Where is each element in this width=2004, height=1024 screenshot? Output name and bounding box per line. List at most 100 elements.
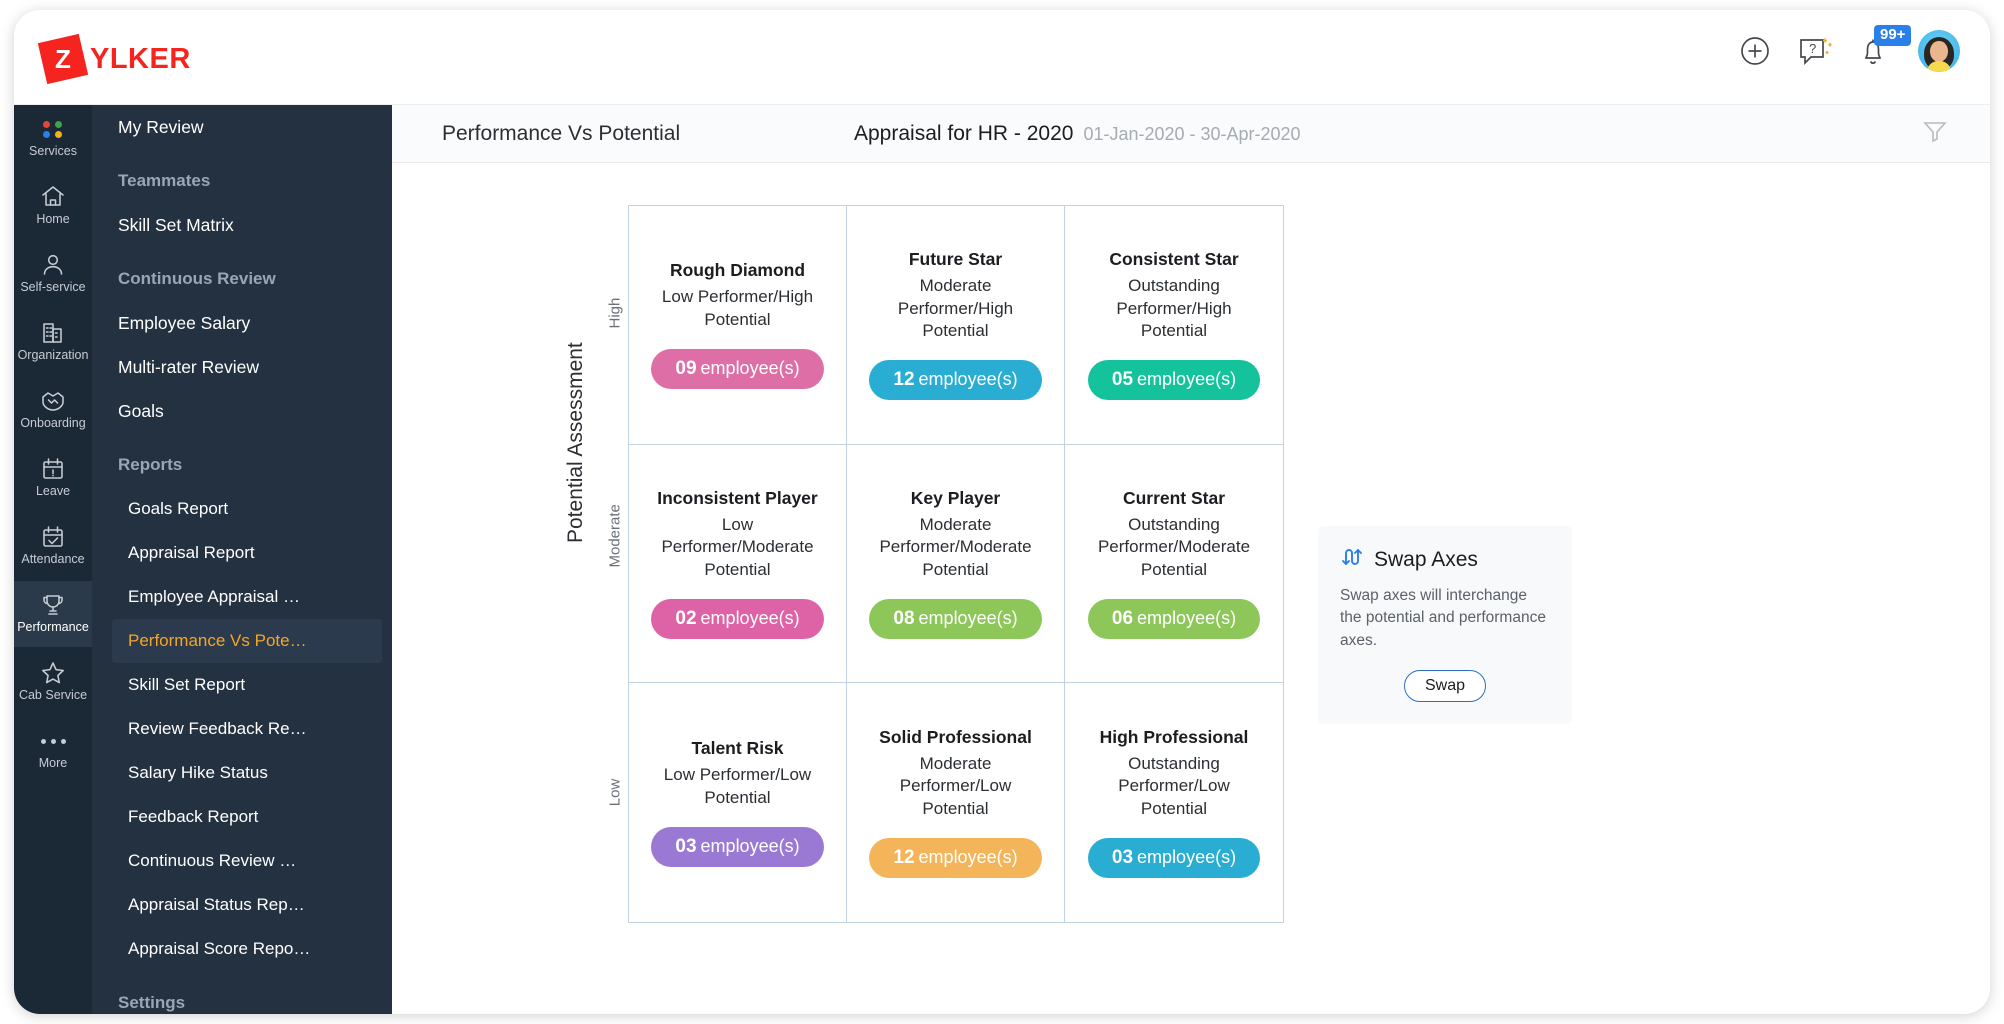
app-rail: Services Home Self-service Organization Onbo… [14, 105, 92, 1014]
rail-item-leave[interactable]: Leave [14, 445, 92, 511]
sidebar-item-multi-rater-review[interactable]: Multi-rater Review [92, 345, 392, 389]
rail-item-services[interactable]: Services [14, 105, 92, 171]
matrix-cell: Future Star Moderate Performer/High Poten… [847, 206, 1065, 445]
rail-item-more[interactable]: More [14, 717, 92, 783]
rail-item-self-service[interactable]: Self-service [14, 241, 92, 307]
rail-item-label: Cab Service [18, 688, 88, 703]
matrix-cell-description: Outstanding Performer/Moderate Potential [1097, 514, 1251, 579]
employee-count-badge[interactable]: 05 employee(s) [1087, 360, 1261, 401]
sidebar-item-appraisal-report[interactable]: Appraisal Report [92, 531, 392, 575]
employee-count-badge[interactable]: 12 employee(s) [869, 360, 1042, 401]
sidebar-item-appraisal-status-rep[interactable]: Appraisal Status Rep… [92, 883, 392, 927]
user-icon [40, 253, 66, 277]
employee-count-value: 08 [893, 608, 915, 630]
rail-item-performance[interactable]: Performance [14, 581, 92, 647]
matrix-cell-title: Key Player [910, 487, 1001, 508]
employee-count-badge[interactable]: 02 employee(s) [651, 599, 824, 640]
rail-item-label: Services [29, 144, 77, 159]
avatar[interactable] [1918, 30, 1960, 72]
employee-count-unit: employee(s) [918, 369, 1018, 390]
top-bar: Z YLKER ? 99+ [14, 10, 1990, 105]
app-window: Z YLKER ? 99+ Services Home Self-service… [14, 10, 1990, 1014]
sidebar-item-goals[interactable]: Goals [92, 389, 392, 433]
sidebar-item-salary-hike-status[interactable]: Salary Hike Status [92, 751, 392, 795]
rail-item-label: More [38, 756, 68, 771]
notification-count-badge: 99+ [1874, 25, 1912, 46]
swap-button[interactable]: Swap [1403, 670, 1487, 703]
swap-axes-card: Swap Axes Swap axes will interchange the… [1318, 526, 1572, 725]
sidebar-item-skill-set-matrix[interactable]: Skill Set Matrix [92, 203, 392, 247]
sidebar-item-feedback-report[interactable]: Feedback Report [92, 795, 392, 839]
avatar-face [1930, 41, 1948, 62]
employee-count-badge[interactable]: 06 employee(s) [1087, 599, 1261, 640]
y-axis-tick: Low [606, 778, 624, 806]
trophy-icon [40, 593, 66, 617]
rail-item-onboarding[interactable]: Onboarding [14, 377, 92, 443]
swap-axes-header: Swap Axes [1340, 546, 1550, 573]
swap-arrows-icon [1340, 546, 1364, 573]
sidebar-item-continuous-review: Continuous Review [118, 269, 276, 288]
employee-count-badge[interactable]: 09 employee(s) [651, 349, 824, 390]
rail-item-cab-service[interactable]: Cab Service [14, 649, 92, 715]
rail-item-label: Self-service [20, 280, 86, 295]
employee-count-unit: employee(s) [918, 608, 1018, 629]
y-axis-title: Potential Assessment [564, 342, 587, 543]
buildings-icon [40, 321, 66, 345]
matrix-cell-description: Low Performer/High Potential [661, 287, 814, 329]
content-area: Performance Vs Potential Appraisal for H… [392, 105, 1990, 1014]
report-name: Appraisal for HR - 2020 [854, 121, 1074, 145]
rail-item-home[interactable]: Home [14, 173, 92, 239]
rail-item-attendance[interactable]: Attendance [14, 513, 92, 579]
filter-icon[interactable] [1922, 118, 1948, 149]
matrix-cell-title: Talent Risk [691, 738, 784, 759]
logo-text: YLKER [90, 42, 191, 75]
sidebar-item-review-feedback-re[interactable]: Review Feedback Re… [92, 707, 392, 751]
handshake-icon [40, 389, 66, 413]
employee-count-value: 05 [1111, 369, 1134, 391]
help-icon[interactable]: ? [1798, 34, 1832, 68]
notifications-icon[interactable]: 99+ [1858, 25, 1912, 68]
sidebar-item-appraisal-score-repo[interactable]: Appraisal Score Repo… [92, 927, 392, 971]
y-axis-tick: High [606, 297, 624, 329]
calendar-check-icon [40, 525, 66, 549]
employee-count-unit: employee(s) [1137, 608, 1237, 629]
sidebar-item-my-review[interactable]: My Review [92, 105, 392, 149]
report-date-range: 01-Jan-2020 - 30-Apr-2020 [1083, 123, 1301, 144]
add-icon[interactable] [1738, 34, 1772, 68]
employee-count-badge[interactable]: 03 employee(s) [1087, 838, 1261, 879]
services-dots-icon [42, 120, 64, 138]
services-dots-icon [42, 117, 64, 141]
matrix-cell-title: Inconsistent Player [657, 487, 818, 508]
rail-item-organization[interactable]: Organization [14, 309, 92, 375]
sidebar-item-employee-salary[interactable]: Employee Salary [92, 301, 392, 345]
employee-count-unit: employee(s) [700, 608, 800, 629]
employee-count-value: 02 [675, 608, 697, 630]
sidebar-item-skill-set-report[interactable]: Skill Set Report [92, 663, 392, 707]
matrix-cell-description: Outstanding Performer/High Potential [1116, 276, 1232, 341]
matrix-cell: High Professional Outstanding Performer/L… [1065, 683, 1283, 922]
sidebar-item-goals-report[interactable]: Goals Report [92, 487, 392, 531]
employee-count-unit: employee(s) [918, 847, 1018, 868]
sidebar-item-performance-vs-pote[interactable]: Performance Vs Pote… [112, 619, 382, 663]
employee-count-badge[interactable]: 12 employee(s) [869, 838, 1042, 879]
employee-count-value: 12 [893, 847, 915, 869]
employee-count-unit: employee(s) [700, 836, 800, 857]
matrix-cell-description: Moderate Performer/Moderate Potential [879, 514, 1032, 579]
brand-logo[interactable]: Z YLKER [37, 33, 191, 85]
sidebar-item-continuous-review[interactable]: Continuous Review … [92, 839, 392, 883]
employee-count-badge[interactable]: 08 employee(s) [869, 599, 1042, 640]
matrix-cell-description: Low Performer/Low Potential [663, 765, 812, 807]
sidebar-item-employee-appraisal[interactable]: Employee Appraisal … [92, 575, 392, 619]
rail-item-label: Attendance [21, 552, 85, 567]
matrix-cell: Talent Risk Low Performer/Low Potential 03… [629, 683, 847, 922]
rail-item-label: Organization [17, 348, 89, 363]
page-title: Performance Vs Potential [442, 121, 681, 145]
matrix-cell-description: Moderate Performer/High Potential [897, 276, 1014, 341]
matrix-area: Potential Assessment High Moderate Low Rou… [392, 163, 1990, 1014]
employee-count-unit: employee(s) [700, 358, 800, 379]
employee-count-badge[interactable]: 03 employee(s) [651, 827, 824, 868]
